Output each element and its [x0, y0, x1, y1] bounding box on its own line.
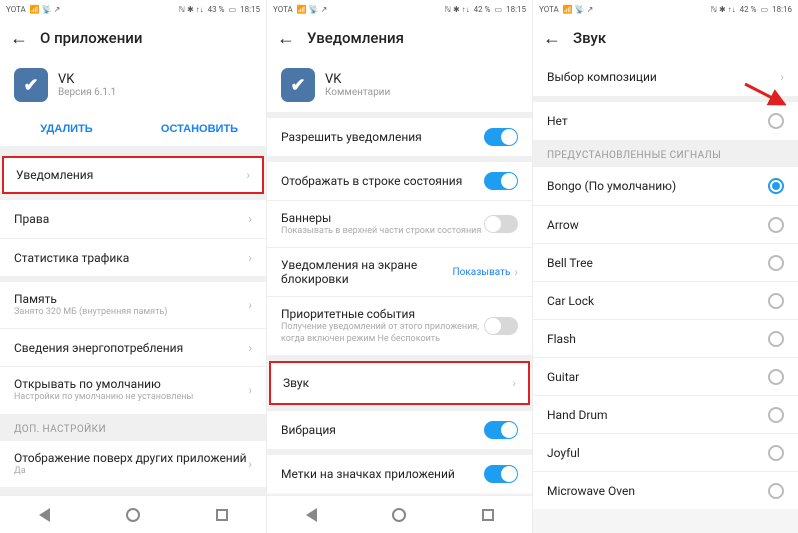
stop-button[interactable]: ОСТАНОВИТЬ: [133, 112, 266, 146]
row-power[interactable]: Сведения энергопотребления ›: [0, 328, 266, 366]
back-icon[interactable]: ←: [10, 28, 28, 49]
signal-label: Car Lock: [547, 294, 768, 308]
pane-sound: YOTA📶 📡 ↗ ℕ ✱ ↑↓42 %▭18:16 ← Звук Выбор …: [532, 0, 798, 533]
toggle-statusbar[interactable]: [484, 172, 518, 190]
vk-app-icon: ✔: [14, 68, 48, 102]
row-signal[interactable]: Bell Tree: [533, 243, 798, 281]
chevron-right-icon: ›: [248, 251, 252, 265]
nav-home[interactable]: [386, 502, 412, 528]
toggle-badges[interactable]: [484, 465, 518, 483]
page-title: Звук: [573, 29, 606, 47]
radio-signal[interactable]: [768, 331, 784, 347]
row-priority[interactable]: Приоритетные событияПолучение уведомлени…: [267, 296, 532, 355]
app-info-row: ✔ VK Версия 6.1.1: [0, 58, 266, 112]
radio-signal[interactable]: [768, 483, 784, 499]
lockscreen-action-label: Показывать: [453, 267, 511, 278]
pane-notifications: YOTA📶 📡 ↗ ℕ ✱ ↑↓42 %▭18:15 ← Уведомления…: [266, 0, 532, 533]
section-preset: ПРЕДУСТАНОВЛЕННЫЕ СИГНАЛЫ: [533, 140, 798, 167]
radio-signal[interactable]: [768, 293, 784, 309]
chevron-right-icon: ›: [514, 265, 518, 279]
toggle-vibration[interactable]: [484, 421, 518, 439]
row-signal[interactable]: Hand Drum: [533, 395, 798, 433]
row-overlay[interactable]: Отображение поверх других приложенийДа ›: [0, 441, 266, 487]
status-bar: YOTA📶 📡 ↗ ℕ ✱ ↑↓42 %▭18:15: [267, 0, 532, 18]
row-signal[interactable]: Flash: [533, 319, 798, 357]
section-store: МАГАЗИН: [0, 487, 266, 495]
radio-signal[interactable]: [768, 255, 784, 271]
row-signal[interactable]: Arrow: [533, 205, 798, 243]
chevron-right-icon: ›: [248, 457, 252, 471]
signal-label: Arrow: [547, 218, 768, 232]
chevron-right-icon: ›: [780, 70, 784, 84]
row-sound[interactable]: Звук ›: [269, 361, 530, 405]
signal-label: Flash: [547, 332, 768, 346]
vk-app-icon: ✔: [281, 68, 315, 102]
delete-button[interactable]: УДАЛИТЬ: [0, 112, 133, 146]
toggle-allow[interactable]: [484, 128, 518, 146]
signal-label: Guitar: [547, 370, 768, 384]
toggle-banners[interactable]: [484, 215, 518, 233]
chevron-right-icon: ›: [246, 168, 250, 182]
nav-back[interactable]: [31, 502, 57, 528]
chevron-right-icon: ›: [248, 341, 252, 355]
nav-bar: [267, 495, 532, 533]
status-bar: YOTA📶 📡 ↗ ℕ ✱ ↑↓42 %▭18:16: [533, 0, 798, 18]
row-statusbar[interactable]: Отображать в строке состояния: [267, 162, 532, 200]
radio-signal[interactable]: [768, 178, 784, 194]
row-choose-composition[interactable]: Выбор композиции ›: [533, 58, 798, 96]
row-memory[interactable]: ПамятьЗанято 320 МБ (внутренняя память) …: [0, 282, 266, 328]
app-name: VK: [58, 72, 116, 87]
signal-label: Bongo (По умолчанию): [547, 179, 768, 193]
row-notifications-label: Уведомления: [16, 168, 246, 182]
row-allow-notifications[interactable]: Разрешить уведомления: [267, 118, 532, 156]
row-vibration[interactable]: Вибрация: [267, 411, 532, 449]
nav-back[interactable]: [298, 502, 324, 528]
app-info-row: ✔ VK Комментарии: [267, 58, 532, 112]
radio-signal[interactable]: [768, 407, 784, 423]
signal-label: Bell Tree: [547, 256, 768, 270]
row-signal[interactable]: Bongo (По умолчанию): [533, 167, 798, 205]
signal-label: Joyful: [547, 446, 768, 460]
signal-label: Hand Drum: [547, 408, 768, 422]
row-signal[interactable]: Joyful: [533, 433, 798, 471]
row-notifications[interactable]: Уведомления ›: [2, 156, 264, 194]
row-none[interactable]: Нет: [533, 102, 798, 140]
page-title: О приложении: [40, 29, 142, 47]
row-traffic[interactable]: Статистика трафика ›: [0, 238, 266, 276]
toggle-priority[interactable]: [484, 317, 518, 335]
nav-home[interactable]: [120, 502, 146, 528]
nav-recent[interactable]: [475, 502, 501, 528]
section-adv-settings: ДОП. НАСТРОЙКИ: [0, 414, 266, 441]
nav-bar: [0, 495, 266, 533]
signal-label: Microwave Oven: [547, 484, 768, 498]
row-badges[interactable]: Метки на значках приложений: [267, 455, 532, 493]
row-open-default[interactable]: Открывать по умолчаниюНастройки по умолч…: [0, 366, 266, 413]
chevron-right-icon: ›: [248, 298, 252, 312]
chevron-right-icon: ›: [248, 212, 252, 226]
chevron-right-icon: ›: [512, 376, 516, 390]
pane-app-info: YOTA📶 📡 ↗ ℕ ✱ ↑↓43 %▭18:15 ← О приложени…: [0, 0, 266, 533]
radio-signal[interactable]: [768, 369, 784, 385]
row-signal[interactable]: Car Lock: [533, 281, 798, 319]
radio-signal[interactable]: [768, 217, 784, 233]
app-name: VK: [325, 72, 390, 87]
back-icon[interactable]: ←: [543, 28, 561, 49]
radio-signal[interactable]: [768, 445, 784, 461]
row-signal[interactable]: Guitar: [533, 357, 798, 395]
row-banners[interactable]: БаннерыПоказывать в верхней части строки…: [267, 200, 532, 247]
row-lockscreen[interactable]: Уведомления на экране блокировки Показыв…: [267, 247, 532, 296]
back-icon[interactable]: ←: [277, 28, 295, 49]
row-signal[interactable]: Microwave Oven: [533, 471, 798, 509]
nav-recent[interactable]: [209, 502, 235, 528]
row-rights[interactable]: Права ›: [0, 200, 266, 238]
status-bar: YOTA📶 📡 ↗ ℕ ✱ ↑↓43 %▭18:15: [0, 0, 266, 18]
app-sub: Комментарии: [325, 87, 390, 98]
app-version: Версия 6.1.1: [58, 87, 116, 98]
page-title: Уведомления: [307, 29, 404, 47]
radio-none[interactable]: [768, 113, 784, 129]
chevron-right-icon: ›: [248, 383, 252, 397]
